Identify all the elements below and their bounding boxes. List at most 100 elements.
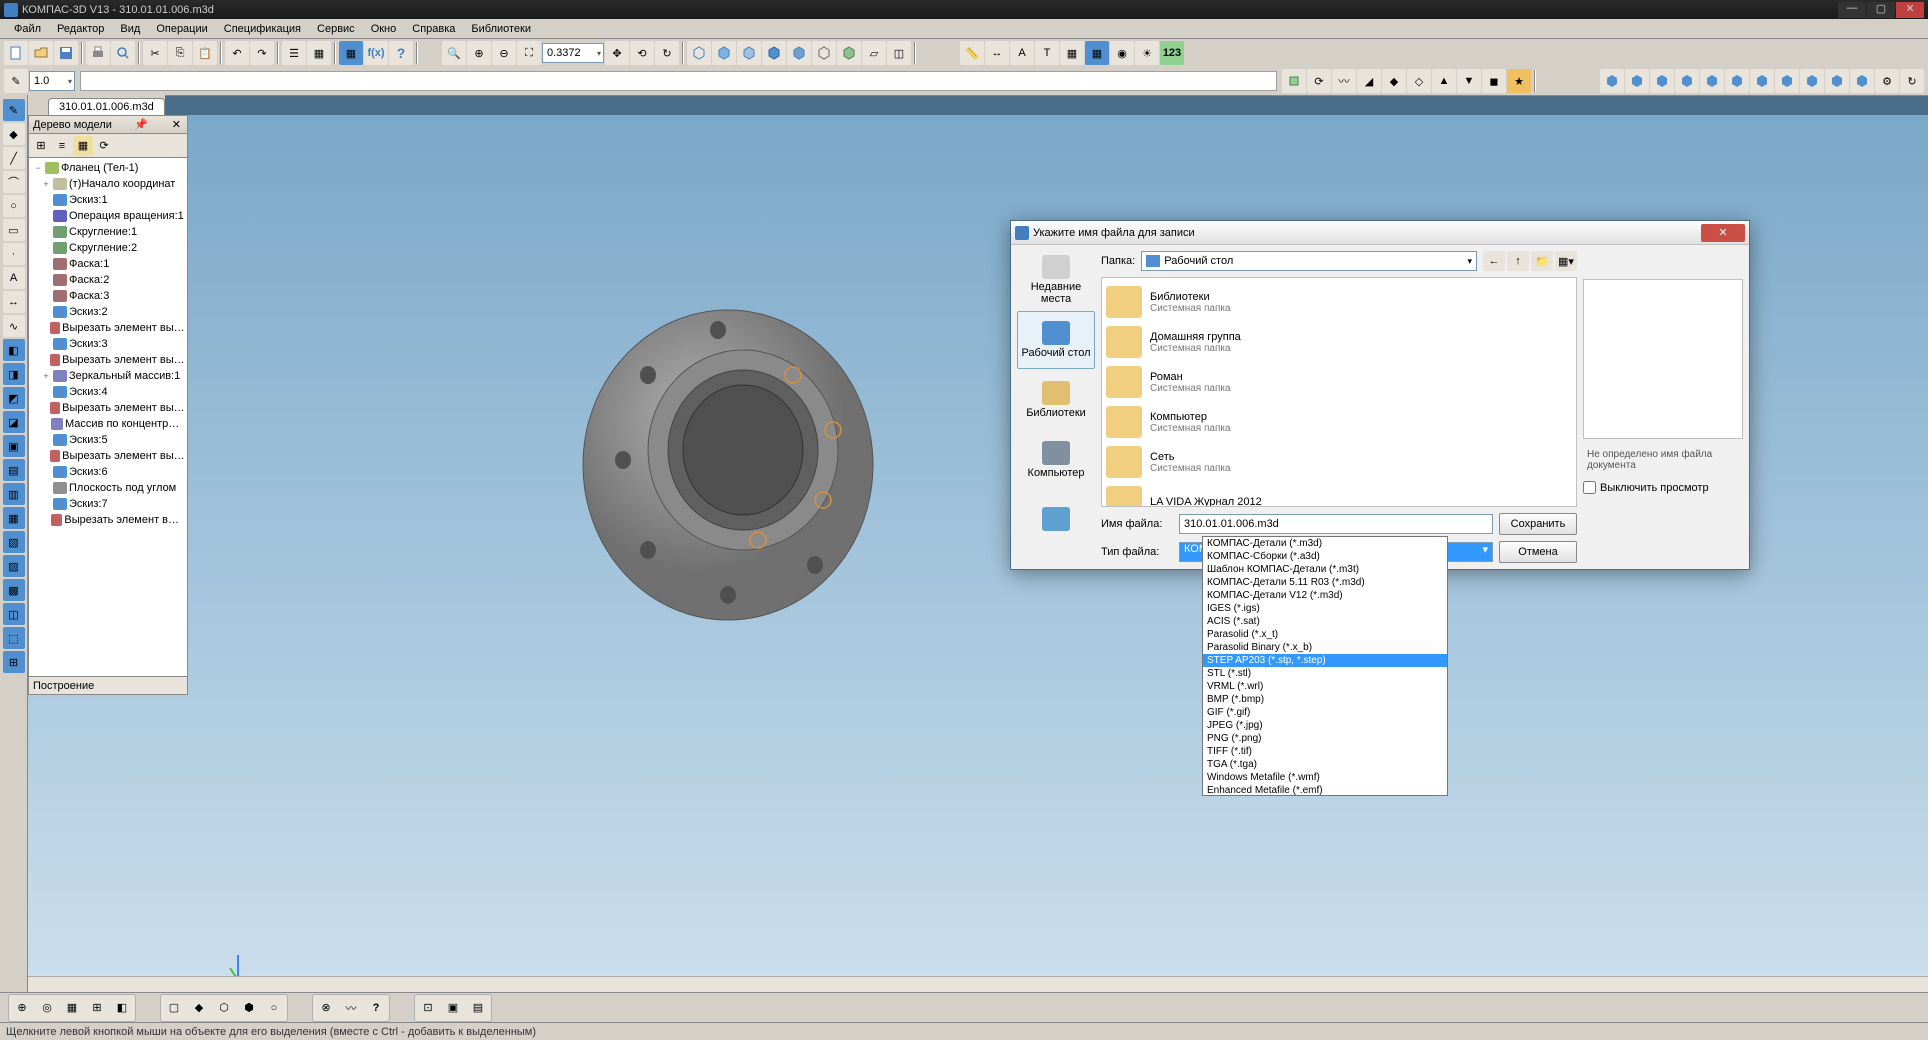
close-button[interactable]: ✕ [1896,2,1924,18]
filetype-option[interactable]: BMP (*.bmp) [1203,693,1447,706]
zoom-in-button[interactable]: ⊕ [467,41,491,65]
bt-12[interactable]: 〰 [339,996,363,1020]
feature-button-1[interactable]: ◆ [1382,69,1406,93]
measure-button[interactable]: 📏 [960,41,984,65]
body-cube-3[interactable] [1650,69,1674,93]
zoom-out-button[interactable]: ⊖ [492,41,516,65]
view-cube-3[interactable] [762,41,786,65]
variables-button[interactable]: f(x) [364,41,388,65]
zoom-window-button[interactable]: 🔍 [442,41,466,65]
sketch-button[interactable]: ✎ [4,69,28,93]
view-iso-button[interactable] [687,41,711,65]
nav-newfolder-icon[interactable]: 📁 [1531,251,1553,271]
filetype-option[interactable]: PNG (*.png) [1203,732,1447,745]
lt-point[interactable]: · [3,243,25,265]
feature-button-5[interactable]: ◼ [1482,69,1506,93]
folder-combo[interactable]: Рабочий стол [1141,251,1477,271]
bt-5[interactable]: ◧ [110,996,134,1020]
bt-9[interactable]: ⬢ [237,996,261,1020]
filetype-option[interactable]: Parasolid Binary (*.x_b) [1203,641,1447,654]
lt-edit[interactable]: ◆ [3,123,25,145]
lt-op11[interactable]: ▩ [3,579,25,601]
bt-7[interactable]: ◆ [187,996,211,1020]
view-wire-button[interactable] [812,41,836,65]
filetype-option[interactable]: GIF (*.gif) [1203,706,1447,719]
print-button[interactable] [86,41,110,65]
body-cube-7[interactable] [1750,69,1774,93]
file-item[interactable]: LA VIDA Журнал 2012 [1106,482,1572,507]
lt-dim[interactable]: ↔ [3,291,25,313]
lt-sketch[interactable]: ✎ [3,99,25,121]
menu-edit[interactable]: Редактор [49,21,112,37]
properties-button[interactable]: ☰ [282,41,306,65]
lt-text[interactable]: A [3,267,25,289]
save-button[interactable] [54,41,78,65]
menu-file[interactable]: Файл [6,21,49,37]
lt-arc[interactable]: ⌒ [3,171,25,193]
body-cube-10[interactable] [1825,69,1849,93]
redo-button[interactable]: ↷ [250,41,274,65]
bt-11[interactable]: ⊗ [314,996,338,1020]
filetype-option[interactable]: STL (*.stl) [1203,667,1447,680]
file-item[interactable]: РоманСистемная папка [1106,362,1572,402]
pan-button[interactable]: ✥ [605,41,629,65]
bt-2[interactable]: ◎ [35,996,59,1020]
nav-back-icon[interactable]: ← [1483,251,1505,271]
bt-13[interactable]: ? [364,996,388,1020]
bt-15[interactable]: ▣ [441,996,465,1020]
nav-libraries[interactable]: Библиотеки [1017,371,1095,429]
body-cube-8[interactable] [1775,69,1799,93]
nav-network[interactable] [1017,491,1095,549]
menu-window[interactable]: Окно [363,21,405,37]
file-item[interactable]: КомпьютерСистемная папка [1106,402,1572,442]
feature-button-2[interactable]: ◇ [1407,69,1431,93]
filetype-dropdown[interactable]: КОМПАС-Детали (*.m3d)КОМПАС-Сборки (*.a3… [1202,536,1448,796]
nav-view-icon[interactable]: ▦▾ [1555,251,1577,271]
filetype-option[interactable]: Windows Metafile (*.wmf) [1203,771,1447,784]
sweep-button[interactable]: 〰 [1332,69,1356,93]
preview-button[interactable] [111,41,135,65]
bt-1[interactable]: ⊕ [10,996,34,1020]
document-tab[interactable]: 310.01.01.006.m3d [48,98,165,115]
lt-op3[interactable]: ◩ [3,387,25,409]
revolve-button[interactable]: ⟳ [1307,69,1331,93]
file-item[interactable]: Домашняя группаСистемная папка [1106,322,1572,362]
view-cube-1[interactable] [712,41,736,65]
refresh-button[interactable]: ↻ [1900,69,1924,93]
horizontal-scrollbar[interactable] [28,976,1928,992]
bt-14[interactable]: ⊡ [416,996,440,1020]
bt-10[interactable]: ○ [262,996,286,1020]
zoom-combo[interactable]: 0.3372 [542,43,604,63]
lt-op8[interactable]: ▦ [3,507,25,529]
lt-rect[interactable]: ▭ [3,219,25,241]
copy-button[interactable]: ⎘ [168,41,192,65]
scale-combo[interactable]: 1.0 [29,71,75,91]
menu-view[interactable]: Вид [112,21,148,37]
nav-desktop[interactable]: Рабочий стол [1017,311,1095,369]
bt-8[interactable]: ⬡ [212,996,236,1020]
new-button[interactable] [4,41,28,65]
body-cube-2[interactable] [1625,69,1649,93]
view-shaded-button[interactable] [837,41,861,65]
filetype-option[interactable]: ACIS (*.sat) [1203,615,1447,628]
view-cube-4[interactable] [787,41,811,65]
bt-3[interactable]: ▦ [60,996,84,1020]
feature-button-3[interactable]: ▲ [1432,69,1456,93]
rotate-button[interactable]: ⟲ [630,41,654,65]
file-item[interactable]: БиблиотекиСистемная папка [1106,282,1572,322]
nav-up-icon[interactable]: ↑ [1507,251,1529,271]
loft-button[interactable]: ◢ [1357,69,1381,93]
body-cube-6[interactable] [1725,69,1749,93]
extrude-button[interactable] [1282,69,1306,93]
bt-16[interactable]: ▤ [466,996,490,1020]
lt-op10[interactable]: ▨ [3,555,25,577]
help-button[interactable]: ? [389,41,413,65]
maximize-button[interactable]: ▢ [1867,2,1895,18]
menu-help[interactable]: Справка [404,21,463,37]
nav-computer[interactable]: Компьютер [1017,431,1095,489]
dimension-button[interactable]: ↔ [985,41,1009,65]
lt-op13[interactable]: ⬚ [3,627,25,649]
menu-operations[interactable]: Операции [148,21,215,37]
lt-op6[interactable]: ▤ [3,459,25,481]
section-button[interactable]: ◫ [887,41,911,65]
